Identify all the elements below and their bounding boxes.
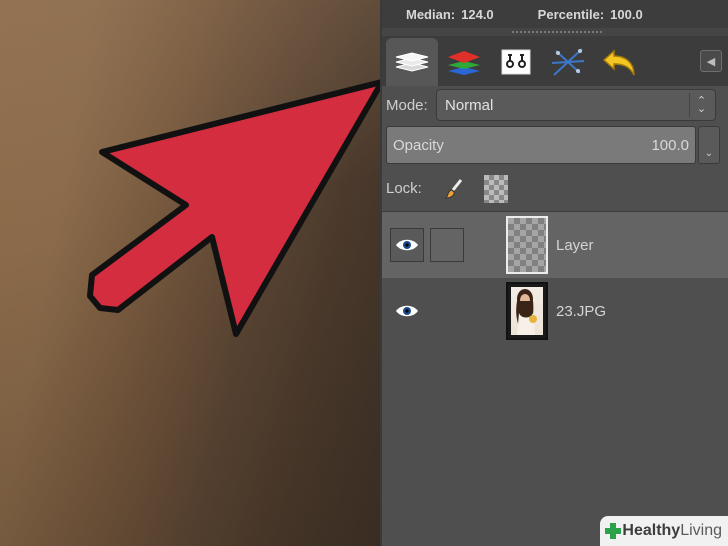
pointer-arrow-annotation xyxy=(87,79,380,337)
layer-name[interactable]: Layer xyxy=(556,237,594,254)
eye-icon xyxy=(396,239,418,251)
mode-label: Mode: xyxy=(386,96,428,114)
median-label: Median: xyxy=(406,6,456,22)
opacity-slider[interactable]: Opacity 100.0 xyxy=(386,126,696,164)
plus-cross-icon xyxy=(605,523,622,539)
triangle-left-icon: ◀ xyxy=(706,55,716,68)
paintbrush-icon xyxy=(444,178,463,199)
watermark-living: Living xyxy=(680,522,722,539)
layer-row-23jpg[interactable]: 23.JPG xyxy=(382,278,728,344)
chevron-down-icon: ⌄ xyxy=(704,148,714,159)
dock-resize-grip[interactable] xyxy=(382,28,728,36)
layers-list: Layer 23.JPG xyxy=(382,212,728,344)
median-value: 124.0 xyxy=(461,6,494,22)
opacity-row: Opacity 100.0 ⌄ xyxy=(382,124,728,166)
lock-row: Lock: xyxy=(382,166,728,212)
checkerboard-icon xyxy=(484,174,508,203)
healthy-living-watermark: Healthy Living xyxy=(600,516,728,546)
layer-name[interactable]: 23.JPG xyxy=(556,303,606,320)
tab-undo-history[interactable] xyxy=(594,38,646,86)
lock-pixels-toggle[interactable] xyxy=(442,177,466,201)
mode-select[interactable]: Normal ⌃ ⌄ xyxy=(436,89,716,121)
chain-toggle[interactable] xyxy=(430,228,464,262)
updown-arrows-icon: ⌃ ⌄ xyxy=(689,93,713,117)
mode-row: Mode: Normal ⌃ ⌄ xyxy=(382,86,728,124)
lock-label: Lock: xyxy=(386,180,422,197)
tab-layers[interactable] xyxy=(386,38,438,86)
photo-thumbnail-image xyxy=(511,287,543,335)
visibility-toggle[interactable] xyxy=(390,294,424,328)
watermark-healthy: Healthy xyxy=(622,522,681,539)
percentile-label: Percentile: xyxy=(537,6,605,22)
opacity-label: Opacity xyxy=(393,136,444,154)
layer-row-layer[interactable]: Layer xyxy=(382,212,728,278)
undo-icon xyxy=(602,49,635,76)
opacity-spin-button[interactable]: ⌄ xyxy=(698,126,720,164)
paths-icon xyxy=(501,49,531,75)
eye-icon xyxy=(396,305,418,317)
dock-tabs: ◀ xyxy=(382,36,728,86)
tab-colormap[interactable] xyxy=(542,38,594,86)
lock-alpha-toggle[interactable] xyxy=(484,174,508,203)
tab-channels[interactable] xyxy=(438,38,490,86)
layers-icon xyxy=(395,52,429,72)
channels-icon xyxy=(448,51,480,75)
opacity-value: 100.0 xyxy=(651,136,689,154)
tab-paths[interactable] xyxy=(490,38,542,86)
visibility-toggle[interactable] xyxy=(390,228,424,262)
mode-value: Normal xyxy=(445,96,494,114)
colormap-icon xyxy=(551,48,585,76)
chain-toggle[interactable] xyxy=(430,294,464,328)
layer-thumbnail xyxy=(506,282,548,340)
histogram-stats: Median: 124.0 Percentile: 100.0 xyxy=(382,0,728,28)
tab-menu-button[interactable]: ◀ xyxy=(700,50,722,72)
layers-dock: Median: 124.0 Percentile: 100.0 ◀ Mode: … xyxy=(380,0,728,546)
percentile-value: 100.0 xyxy=(610,6,643,22)
layer-thumbnail xyxy=(506,216,548,274)
